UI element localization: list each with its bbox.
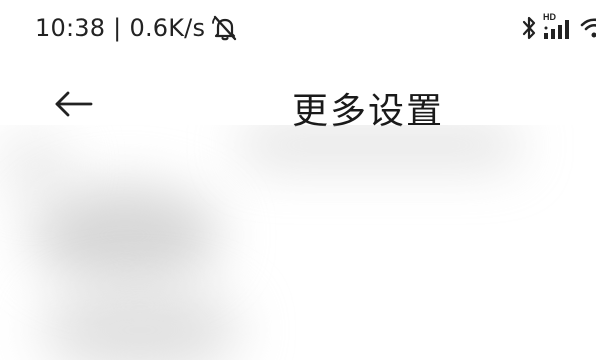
status-time: 10:38 [35, 14, 106, 42]
screen: 10:38 | 0.6K/s HD 更多设置 [0, 0, 597, 360]
status-bar: 10:38 | 0.6K/s HD [0, 0, 597, 62]
status-separator: | [113, 14, 122, 42]
status-left: 10:38 | 0.6K/s [35, 14, 240, 42]
status-right: HD [522, 12, 596, 42]
loading-placeholder [0, 125, 597, 360]
bluetooth-icon [522, 15, 536, 41]
status-net-speed: 0.6K/s [129, 14, 206, 42]
arrow-left-icon [53, 89, 95, 123]
wifi-icon [580, 14, 596, 42]
placeholder-item [40, 285, 240, 360]
placeholder-block [0, 135, 70, 195]
hd-signal-icon: HD [542, 12, 576, 42]
placeholder-item [30, 185, 220, 285]
notification-off-icon [210, 14, 240, 42]
placeholder-tabbar [240, 125, 520, 165]
